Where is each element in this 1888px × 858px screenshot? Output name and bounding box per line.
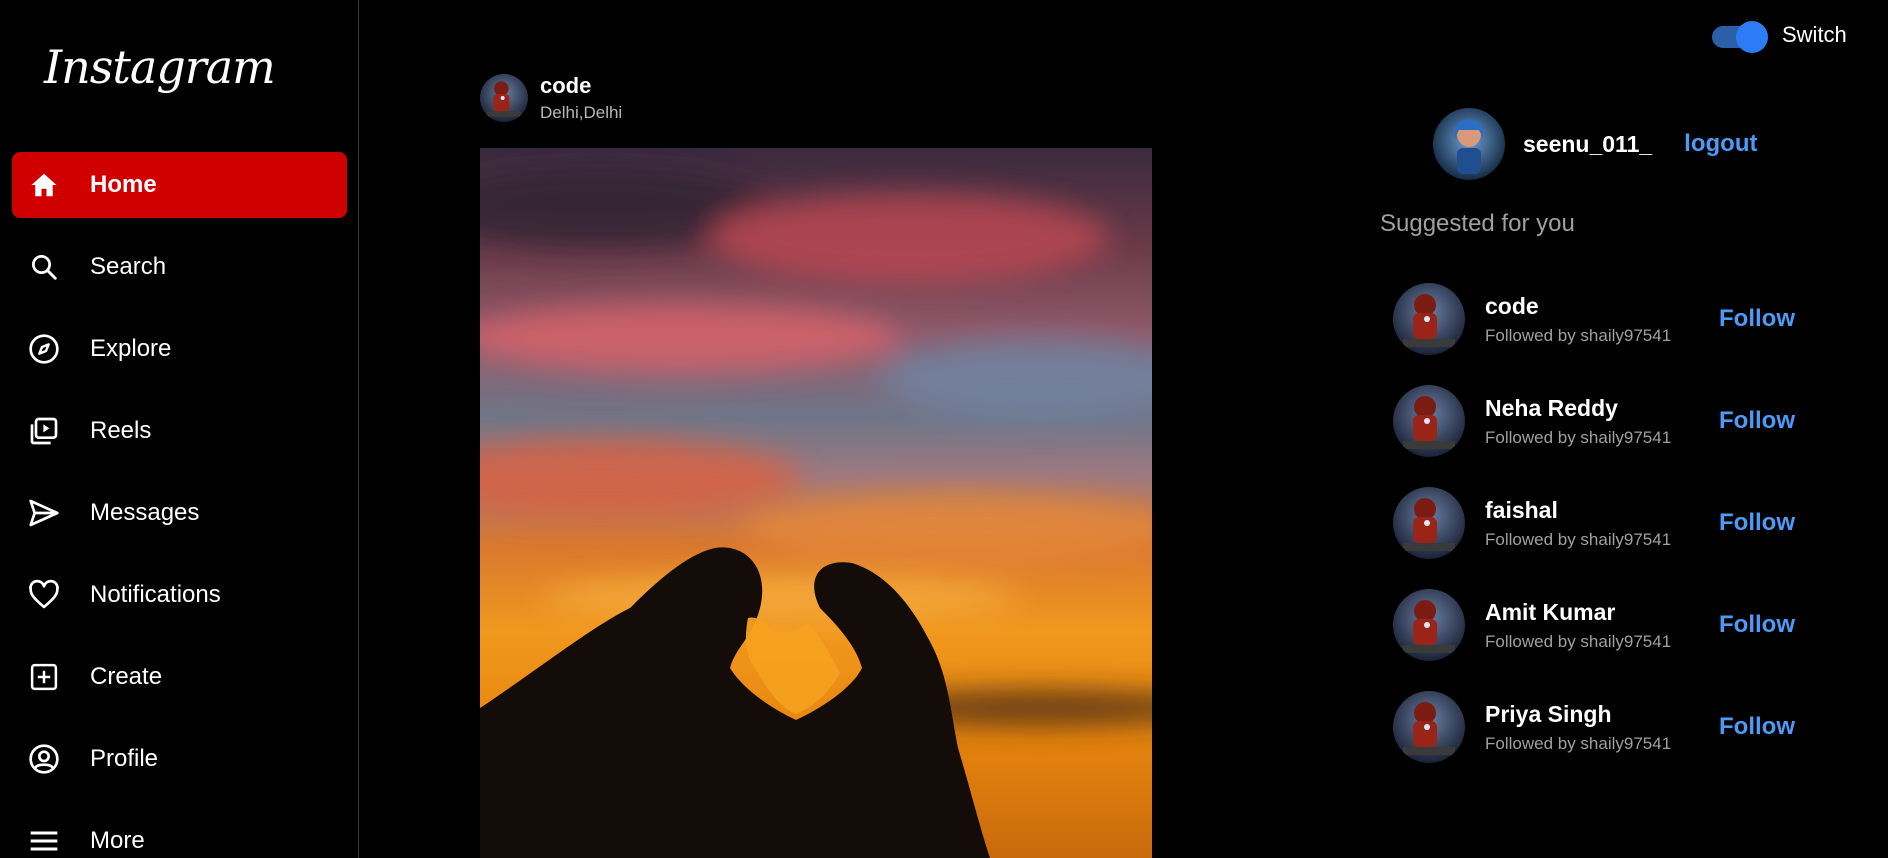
suggestion-text: faishal Followed by shaily97541 [1485, 497, 1715, 550]
user-circle-icon [26, 741, 62, 777]
suggestion-name[interactable]: Priya Singh [1485, 701, 1715, 728]
sidebar-item-label: Create [90, 663, 163, 690]
suggestions-title: Suggested for you [1380, 210, 1575, 237]
suggestion-name[interactable]: Neha Reddy [1485, 395, 1715, 422]
suggestion-avatar[interactable] [1393, 283, 1465, 355]
suggestion-text: Amit Kumar Followed by shaily97541 [1485, 599, 1715, 652]
suggestion-text: code Followed by shaily97541 [1485, 293, 1715, 346]
sidebar-item-label: Profile [90, 745, 159, 772]
sidebar-item-create[interactable]: Create [12, 644, 347, 710]
suggestion-item: faishal Followed by shaily97541 Follow [1393, 472, 1803, 574]
sidebar-item-home[interactable]: Home [12, 152, 347, 218]
suggestion-subtitle: Followed by shaily97541 [1485, 529, 1672, 549]
suggestion-avatar[interactable] [1393, 385, 1465, 457]
suggestion-item: Amit Kumar Followed by shaily97541 Follo… [1393, 574, 1803, 676]
sidebar-item-label: Explore [90, 335, 172, 362]
post-author-avatar[interactable] [480, 74, 528, 122]
follow-button[interactable]: Follow [1719, 713, 1803, 741]
sidebar-item-label: Reels [90, 417, 152, 444]
sidebar-item-reels[interactable]: Reels [12, 398, 347, 464]
follow-button[interactable]: Follow [1719, 407, 1803, 435]
compass-icon [26, 331, 62, 367]
suggestion-name[interactable]: faishal [1485, 497, 1715, 524]
search-icon [26, 249, 62, 285]
suggestion-subtitle: Followed by shaily97541 [1485, 427, 1672, 447]
current-username[interactable]: seenu_011_ [1523, 131, 1652, 158]
suggestion-name[interactable]: Amit Kumar [1485, 599, 1715, 626]
follow-button[interactable]: Follow [1719, 305, 1803, 333]
sidebar-item-label: More [90, 827, 145, 854]
sidebar-item-label: Search [90, 253, 167, 280]
theme-switch: Switch [1712, 21, 1847, 53]
current-user-avatar[interactable] [1433, 108, 1505, 180]
sidebar-item-more[interactable]: More [12, 808, 347, 858]
suggestion-name[interactable]: code [1485, 293, 1715, 320]
suggestion-subtitle: Followed by shaily97541 [1485, 631, 1672, 651]
suggestion-subtitle: Followed by shaily97541 [1485, 325, 1672, 345]
sidebar-item-search[interactable]: Search [12, 234, 347, 300]
suggestion-avatar[interactable] [1393, 487, 1465, 559]
follow-button[interactable]: Follow [1719, 611, 1803, 639]
sidebar-nav: Home Search Explore Reels Messages Notif… [12, 152, 347, 858]
suggestion-item: code Followed by shaily97541 Follow [1393, 268, 1803, 370]
switch-toggle[interactable] [1712, 21, 1768, 53]
current-user: seenu_011_ logout [1433, 108, 1757, 180]
logout-link[interactable]: logout [1684, 130, 1757, 158]
suggestion-text: Priya Singh Followed by shaily97541 [1485, 701, 1715, 754]
heart-icon [26, 577, 62, 613]
instagram-logo[interactable]: Instagram [44, 40, 276, 94]
suggestion-item: Priya Singh Followed by shaily97541 Foll… [1393, 676, 1803, 778]
suggestion-avatar[interactable] [1393, 589, 1465, 661]
post-username[interactable]: code [540, 73, 622, 99]
switch-label: Switch [1782, 22, 1847, 47]
post-image[interactable] [480, 148, 1152, 858]
switch-knob [1736, 21, 1768, 53]
post-location: Delhi,Delhi [540, 103, 623, 122]
post-meta: code Delhi,Delhi [540, 73, 622, 123]
suggestion-avatar[interactable] [1393, 691, 1465, 763]
post-header: code Delhi,Delhi [480, 72, 622, 124]
suggestion-item: Neha Reddy Followed by shaily97541 Follo… [1393, 370, 1803, 472]
sidebar-item-explore[interactable]: Explore [12, 316, 347, 382]
reels-icon [26, 413, 62, 449]
sidebar-item-label: Home [90, 171, 157, 198]
follow-button[interactable]: Follow [1719, 509, 1803, 537]
sidebar-item-messages[interactable]: Messages [12, 480, 347, 546]
send-icon [26, 495, 62, 531]
home-icon [26, 167, 62, 203]
sidebar-item-notifications[interactable]: Notifications [12, 562, 347, 628]
suggestions-list: code Followed by shaily97541 Follow Neha… [1393, 268, 1803, 778]
suggestion-subtitle: Followed by shaily97541 [1485, 733, 1672, 753]
plus-square-icon [26, 659, 62, 695]
sidebar-item-label: Messages [90, 499, 200, 526]
menu-icon [26, 823, 62, 858]
sidebar-item-label: Notifications [90, 581, 221, 608]
sidebar: Instagram Home Search Explore Reels Mess… [0, 0, 359, 858]
sidebar-item-profile[interactable]: Profile [12, 726, 347, 792]
suggestion-text: Neha Reddy Followed by shaily97541 [1485, 395, 1715, 448]
